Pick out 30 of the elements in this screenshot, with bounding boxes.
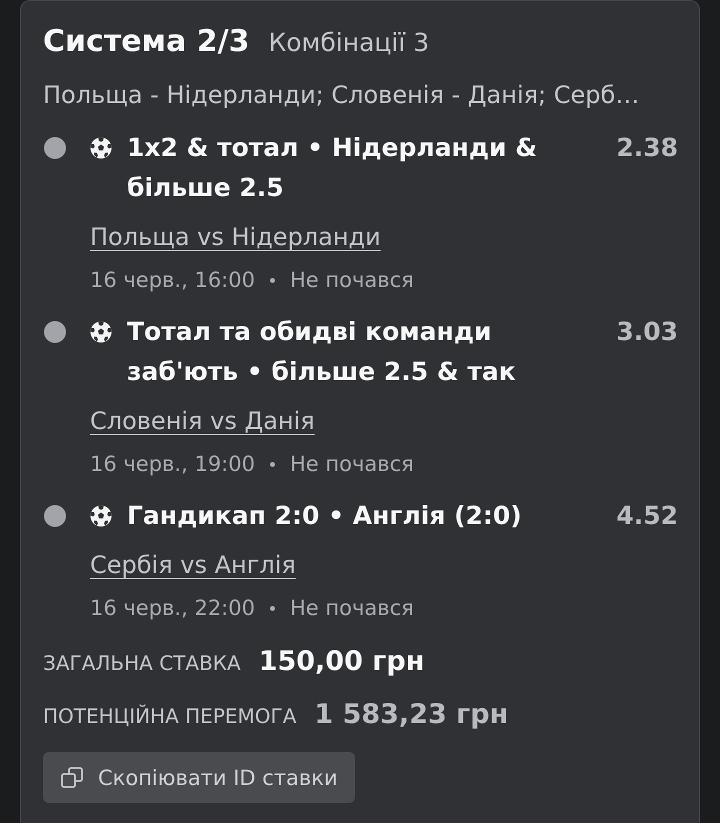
combinations-count: Комбінації 3 — [268, 27, 430, 59]
total-label: ЗАГАЛЬНА СТАВКА — [43, 650, 241, 677]
events-summary: Польща - Нідерланди; Словенія - Данія; Серб… — [43, 80, 640, 110]
bet-title: Система 2/3 — [43, 25, 250, 59]
selection-title: Гандикап 2:0 • Англія (2:0) — [127, 500, 523, 532]
total-label: ПОТЕНЦІЙНА ПЕРЕМОГА — [43, 703, 296, 730]
match-link[interactable]: Словенія vs Данія — [90, 406, 315, 436]
odds-value: 4.52 — [616, 500, 678, 532]
match-status: Не почався — [290, 595, 414, 622]
separator-dot-icon — [270, 462, 275, 466]
odds-value: 3.03 — [616, 316, 678, 348]
soccer-ball-icon — [90, 505, 112, 527]
copy-icon — [61, 766, 83, 788]
total-amount: 150,00 грн — [258, 645, 424, 679]
soccer-ball-icon — [90, 137, 112, 159]
match-date: 16 черв., 19:00 — [90, 451, 255, 478]
selection-title: 1x2 & тотал • Нідерланди & більше 2.5 — [127, 132, 538, 204]
match-status: Не почався — [290, 451, 414, 478]
soccer-ball-icon — [90, 321, 112, 343]
odds-value: 2.38 — [616, 132, 678, 164]
match-link[interactable]: Польща vs Нідерланди — [90, 222, 381, 252]
match-status: Не почався — [290, 267, 414, 294]
selection-title: Тотал та обидві команди заб'ють • більше 2.5 & так — [127, 316, 517, 388]
match-link[interactable]: Сербія vs Англія — [90, 550, 296, 580]
total-amount: 1 583,23 грн — [314, 698, 508, 732]
match-date: 16 черв., 22:00 — [90, 595, 255, 622]
separator-dot-icon — [270, 278, 275, 282]
separator-dot-icon — [270, 606, 275, 610]
copy-bet-id-button[interactable]: Скопіювати ID ставки — [43, 752, 355, 803]
match-date: 16 черв., 16:00 — [90, 267, 255, 294]
